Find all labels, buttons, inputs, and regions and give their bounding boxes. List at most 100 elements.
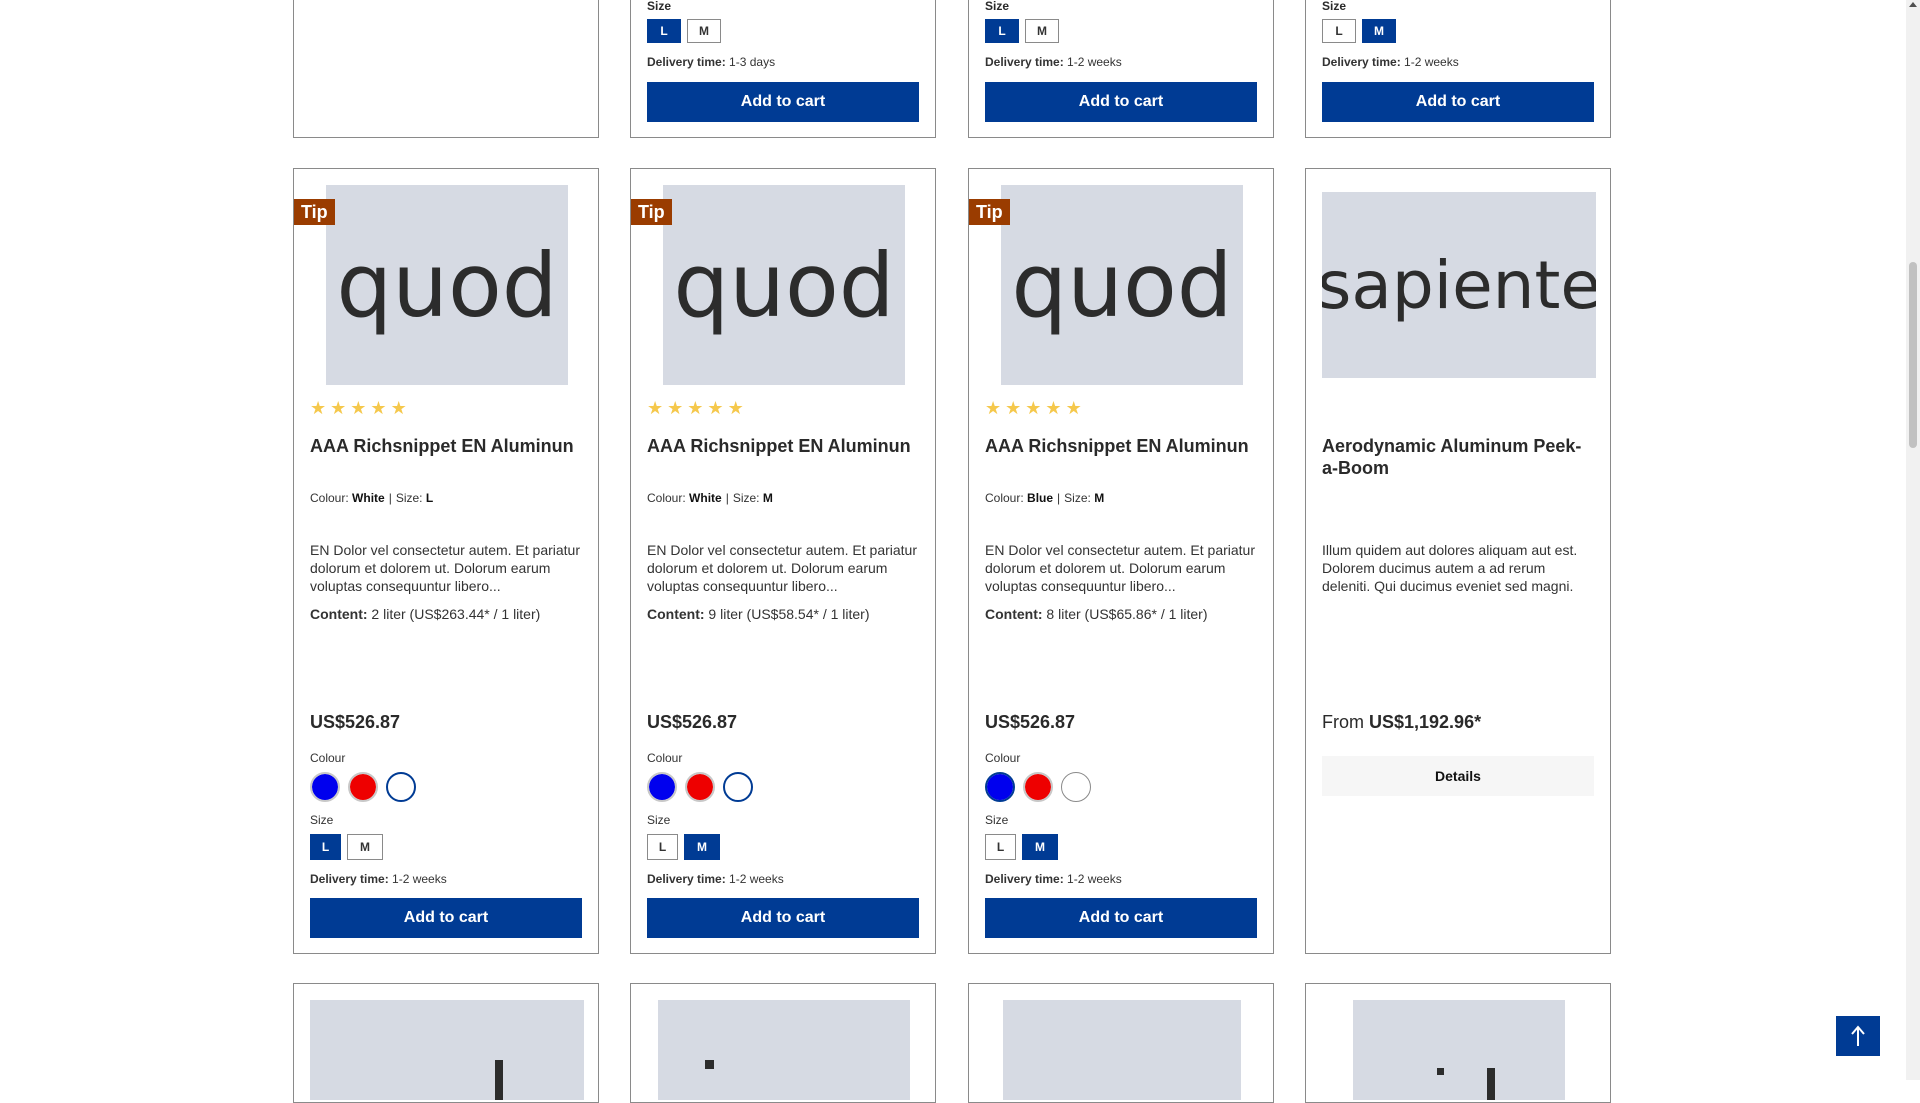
product-card: Size L M Delivery time: 1-2 weeks Add to… — [968, 0, 1274, 138]
add-to-cart-button[interactable]: Add to cart — [647, 898, 919, 938]
colour-swatch-red[interactable] — [1023, 772, 1053, 802]
size-label: Size — [985, 813, 1009, 827]
star-icon: ★ — [1045, 398, 1062, 418]
star-icon: ★ — [1025, 398, 1042, 418]
size-option-m[interactable]: M — [684, 834, 720, 860]
product-card: Size L M Delivery time: 1-3 days Add to … — [630, 0, 936, 138]
star-icon: ★ — [330, 398, 347, 418]
product-title[interactable]: Aerodynamic Aluminum Peek-a-Boom — [1322, 435, 1596, 479]
star-icon: ★ — [390, 398, 407, 418]
product-image[interactable]: quod — [1001, 185, 1243, 385]
product-image[interactable]: sapiente — [1322, 192, 1596, 378]
product-title[interactable]: AAA Richsnippet EN Aluminun — [985, 435, 1259, 457]
add-to-cart-button[interactable]: Add to cart — [985, 82, 1257, 122]
product-card: quod Tip ★ ★ ★ ★ ★ AAA Richsnippet EN Al… — [968, 168, 1274, 954]
delivery-time: Delivery time: 1-3 days — [647, 55, 776, 69]
product-description: EN Dolor vel consectetur autem. Et paria… — [647, 542, 918, 594]
product-price: US$526.87 — [310, 712, 401, 732]
size-options: L M — [985, 19, 1059, 43]
size-options: L M — [647, 19, 721, 43]
variant-info: Colour: Blue | Size: M — [985, 491, 1105, 505]
product-card — [1305, 983, 1611, 1103]
add-to-cart-button[interactable]: Add to cart — [647, 82, 919, 122]
colour-swatch-blue[interactable] — [310, 772, 340, 802]
star-icon: ★ — [370, 398, 387, 418]
size-option-l[interactable]: L — [310, 834, 341, 860]
size-option-l[interactable]: L — [985, 19, 1019, 43]
star-icon: ★ — [727, 398, 744, 418]
size-option-l[interactable]: L — [1322, 19, 1356, 43]
star-icon: ★ — [647, 398, 664, 418]
size-options: L M — [1322, 19, 1396, 43]
image-glyph-fragment — [1487, 1068, 1495, 1100]
product-image[interactable] — [1003, 1000, 1241, 1100]
add-to-cart-button[interactable]: Add to cart — [1322, 82, 1594, 122]
product-image-text: sapiente — [1322, 246, 1596, 324]
product-card: sapiente Aerodynamic Aluminum Peek-a-Boo… — [1305, 168, 1611, 954]
size-label: Size — [647, 0, 672, 13]
star-icon: ★ — [667, 398, 684, 418]
colour-swatches — [985, 772, 1091, 802]
content-info: Content: 8 liter (US$65.86* / 1 liter) — [985, 606, 1208, 622]
product-title[interactable]: AAA Richsnippet EN Aluminun — [310, 435, 584, 457]
product-image-text: quod — [673, 233, 895, 337]
product-price: US$526.87 — [985, 712, 1076, 732]
colour-swatch-blue[interactable] — [647, 772, 677, 802]
back-to-top-button[interactable] — [1836, 1016, 1880, 1056]
product-card: quod Tip ★ ★ ★ ★ ★ AAA Richsnippet EN Al… — [293, 168, 599, 954]
size-option-l[interactable]: L — [985, 834, 1016, 860]
add-to-cart-button[interactable]: Add to cart — [985, 898, 1257, 938]
product-card — [293, 0, 599, 138]
product-description: EN Dolor vel consectetur autem. Et paria… — [985, 542, 1256, 594]
size-option-l[interactable]: L — [647, 834, 678, 860]
tip-badge: Tip — [631, 199, 672, 225]
product-image[interactable] — [658, 1000, 910, 1100]
product-image[interactable]: quod — [326, 185, 568, 385]
arrow-up-icon — [1851, 1025, 1865, 1046]
variant-info: Colour: White | Size: M — [647, 491, 773, 505]
colour-label: Colour — [310, 751, 346, 765]
product-image[interactable] — [1353, 1000, 1565, 1100]
colour-swatches — [310, 772, 416, 802]
page-scrollbar[interactable] — [1906, 0, 1920, 1080]
size-option-m[interactable]: M — [347, 834, 383, 860]
colour-swatch-white[interactable] — [386, 772, 416, 802]
image-glyph-fragment — [495, 1060, 503, 1100]
size-option-m[interactable]: M — [1362, 19, 1396, 43]
size-option-m[interactable]: M — [687, 19, 721, 43]
size-options: L M — [310, 834, 383, 860]
content-info: Content: 9 liter (US$58.54* / 1 liter) — [647, 606, 870, 622]
star-icon: ★ — [707, 398, 724, 418]
star-icon: ★ — [1005, 398, 1022, 418]
details-button[interactable]: Details — [1322, 756, 1594, 796]
size-label: Size — [1322, 0, 1347, 13]
colour-swatch-red[interactable] — [348, 772, 378, 802]
product-title[interactable]: AAA Richsnippet EN Aluminun — [647, 435, 921, 457]
rating-stars: ★ ★ ★ ★ ★ — [310, 399, 407, 417]
size-options: L M — [985, 834, 1058, 860]
colour-swatch-white[interactable] — [1061, 772, 1091, 802]
product-card: Size L M Delivery time: 1-2 weeks Add to… — [1305, 0, 1611, 138]
product-image[interactable] — [310, 1000, 584, 1100]
star-icon: ★ — [1065, 398, 1082, 418]
scrollbar-thumb[interactable] — [1909, 262, 1917, 448]
star-icon: ★ — [687, 398, 704, 418]
scroll-up-arrow-icon[interactable] — [1909, 2, 1917, 7]
size-label: Size — [647, 813, 671, 827]
product-description: Illum quidem aut dolores aliquam aut est… — [1322, 542, 1578, 594]
product-image-text: quod — [1011, 233, 1233, 337]
delivery-time: Delivery time: 1-2 weeks — [1322, 55, 1459, 69]
colour-swatch-white[interactable] — [723, 772, 753, 802]
colour-swatches — [647, 772, 753, 802]
size-option-l[interactable]: L — [647, 19, 681, 43]
size-option-m[interactable]: M — [1025, 19, 1059, 43]
image-glyph-fragment — [705, 1060, 714, 1069]
colour-swatch-red[interactable] — [685, 772, 715, 802]
size-label: Size — [310, 813, 334, 827]
size-option-m[interactable]: M — [1022, 834, 1058, 860]
colour-swatch-blue[interactable] — [985, 772, 1015, 802]
product-price: US$526.87 — [647, 712, 738, 732]
delivery-time: Delivery time: 1-2 weeks — [647, 872, 784, 886]
add-to-cart-button[interactable]: Add to cart — [310, 898, 582, 938]
product-image[interactable]: quod — [663, 185, 905, 385]
